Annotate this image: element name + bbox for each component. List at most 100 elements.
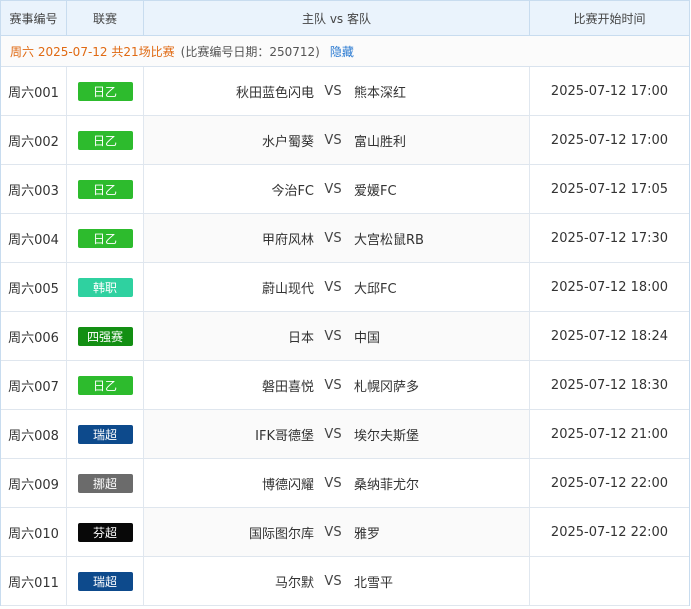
match-id: 周六006 (1, 312, 67, 360)
match-teams: 水户蜀葵 VS 富山胜利 (144, 131, 529, 150)
table-row[interactable]: 周六007 日乙 磐田喜悦 VS 札幌冈萨多 2025-07-12 18:30 (1, 361, 689, 410)
match-time: 2025-07-12 22:00 (550, 475, 669, 491)
vs-label: VS (324, 279, 342, 295)
table-row[interactable]: 周六009 挪超 博德闪耀 VS 桑纳菲尤尔 2025-07-12 22:00 (1, 459, 689, 508)
league-cell: 瑞超 (67, 410, 144, 458)
match-id: 周六004 (1, 214, 67, 262)
away-team[interactable]: 大邱FC (346, 278, 397, 297)
vs-label: VS (324, 230, 342, 246)
home-team[interactable]: 水户蜀葵 (144, 131, 320, 150)
away-team[interactable]: 富山胜利 (346, 131, 406, 150)
vs-label: VS (324, 524, 342, 540)
header-id: 赛事编号 (1, 1, 67, 35)
league-cell: 日乙 (67, 116, 144, 164)
table-row[interactable]: 周六006 四强赛 日本 VS 中国 2025-07-12 18:24 (1, 312, 689, 361)
match-teams: 秋田蓝色闪电 VS 熊本深红 (144, 82, 529, 101)
league-badge[interactable]: 日乙 (77, 130, 133, 150)
home-team[interactable]: 马尔默 (144, 572, 320, 591)
match-time: 2025-07-12 17:00 (550, 83, 669, 99)
vs-label: VS (324, 426, 342, 442)
hide-link[interactable]: 隐藏 (330, 43, 354, 60)
away-team[interactable]: 爱媛FC (346, 180, 397, 199)
league-badge[interactable]: 日乙 (77, 81, 133, 101)
vs-label: VS (324, 475, 342, 491)
league-badge[interactable]: 瑞超 (77, 424, 133, 444)
away-team[interactable]: 大宫松鼠RB (346, 229, 424, 248)
league-cell: 挪超 (67, 459, 144, 507)
match-teams: 今治FC VS 爱媛FC (144, 180, 529, 199)
league-cell: 四强赛 (67, 312, 144, 360)
match-table: 赛事编号 联赛 主队 vs 客队 比赛开始时间 周六 2025-07-12 共2… (0, 0, 690, 606)
away-team[interactable]: 熊本深红 (346, 82, 406, 101)
league-cell: 日乙 (67, 214, 144, 262)
table-row[interactable]: 周六005 韩职 蔚山现代 VS 大邱FC 2025-07-12 18:00 (1, 263, 689, 312)
league-badge[interactable]: 韩职 (77, 277, 133, 297)
match-id: 周六007 (1, 361, 67, 409)
match-cell: 今治FC VS 爱媛FC (144, 165, 530, 213)
table-row[interactable]: 周六004 日乙 甲府风林 VS 大宫松鼠RB 2025-07-12 17:30 (1, 214, 689, 263)
match-teams: 蔚山现代 VS 大邱FC (144, 278, 529, 297)
home-team[interactable]: 秋田蓝色闪电 (144, 82, 320, 101)
match-time: 2025-07-12 18:30 (550, 377, 669, 393)
match-date-code: (比赛编号日期：250712) (180, 44, 320, 59)
table-row[interactable]: 周六002 日乙 水户蜀葵 VS 富山胜利 2025-07-12 17:00 (1, 116, 689, 165)
vs-label: VS (324, 377, 342, 393)
match-time: 2025-07-12 17:05 (550, 181, 669, 197)
home-team[interactable]: 甲府风林 (144, 229, 320, 248)
match-teams: IFK哥德堡 VS 埃尔夫斯堡 (144, 425, 529, 444)
home-team[interactable]: 蔚山现代 (144, 278, 320, 297)
home-team[interactable]: 国际图尔库 (144, 523, 320, 542)
home-team[interactable]: IFK哥德堡 (144, 425, 320, 444)
match-cell: 蔚山现代 VS 大邱FC (144, 263, 530, 311)
away-team[interactable]: 桑纳菲尤尔 (346, 474, 419, 493)
home-team[interactable]: 日本 (144, 327, 320, 346)
match-id: 周六009 (1, 459, 67, 507)
league-cell: 日乙 (67, 67, 144, 115)
away-team[interactable]: 北雪平 (346, 572, 393, 591)
home-team[interactable]: 今治FC (144, 180, 320, 199)
match-teams: 博德闪耀 VS 桑纳菲尤尔 (144, 474, 529, 493)
league-badge[interactable]: 芬超 (77, 522, 133, 542)
table-row[interactable]: 周六011 瑞超 马尔默 VS 北雪平 (1, 557, 689, 606)
table-row[interactable]: 周六003 日乙 今治FC VS 爱媛FC 2025-07-12 17:05 (1, 165, 689, 214)
header-league: 联赛 (67, 1, 144, 35)
league-badge[interactable]: 日乙 (77, 375, 133, 395)
match-teams: 国际图尔库 VS 雅罗 (144, 523, 529, 542)
match-id: 周六010 (1, 508, 67, 556)
match-cell: 国际图尔库 VS 雅罗 (144, 508, 530, 556)
table-header: 赛事编号 联赛 主队 vs 客队 比赛开始时间 (1, 0, 689, 36)
match-id: 周六002 (1, 116, 67, 164)
table-row[interactable]: 周六001 日乙 秋田蓝色闪电 VS 熊本深红 2025-07-12 17:00 (1, 67, 689, 116)
match-id: 周六005 (1, 263, 67, 311)
table-row[interactable]: 周六010 芬超 国际图尔库 VS 雅罗 2025-07-12 22:00 (1, 508, 689, 557)
header-time: 比赛开始时间 (573, 11, 646, 26)
match-id: 周六001 (1, 67, 67, 115)
date-info-bar: 周六 2025-07-12 共21场比赛 (比赛编号日期：250712) 隐藏 (1, 36, 689, 67)
home-team[interactable]: 博德闪耀 (144, 474, 320, 493)
match-time: 2025-07-12 18:00 (550, 279, 669, 295)
away-team[interactable]: 札幌冈萨多 (346, 376, 419, 395)
vs-label: VS (324, 132, 342, 148)
league-badge[interactable]: 瑞超 (77, 571, 133, 591)
match-time: 2025-07-12 17:00 (550, 132, 669, 148)
league-badge[interactable]: 日乙 (77, 179, 133, 199)
away-team[interactable]: 中国 (346, 327, 380, 346)
date-summary: 周六 2025-07-12 共21场比赛 (10, 44, 175, 59)
league-badge[interactable]: 四强赛 (77, 326, 133, 346)
away-team[interactable]: 雅罗 (346, 523, 380, 542)
home-team[interactable]: 磐田喜悦 (144, 376, 320, 395)
match-time: 2025-07-12 18:24 (550, 328, 669, 344)
table-row[interactable]: 周六008 瑞超 IFK哥德堡 VS 埃尔夫斯堡 2025-07-12 21:00 (1, 410, 689, 459)
league-badge[interactable]: 挪超 (77, 473, 133, 493)
vs-label: VS (324, 181, 342, 197)
league-badge[interactable]: 日乙 (77, 228, 133, 248)
match-cell: 水户蜀葵 VS 富山胜利 (144, 116, 530, 164)
league-cell: 日乙 (67, 165, 144, 213)
match-rows: 周六001 日乙 秋田蓝色闪电 VS 熊本深红 2025-07-12 17:00 周六002… (1, 67, 689, 606)
match-teams: 甲府风林 VS 大宫松鼠RB (144, 229, 529, 248)
league-cell: 瑞超 (67, 557, 144, 605)
match-cell: 秋田蓝色闪电 VS 熊本深红 (144, 67, 530, 115)
match-teams: 日本 VS 中国 (144, 327, 529, 346)
away-team[interactable]: 埃尔夫斯堡 (346, 425, 419, 444)
match-cell: 磐田喜悦 VS 札幌冈萨多 (144, 361, 530, 409)
